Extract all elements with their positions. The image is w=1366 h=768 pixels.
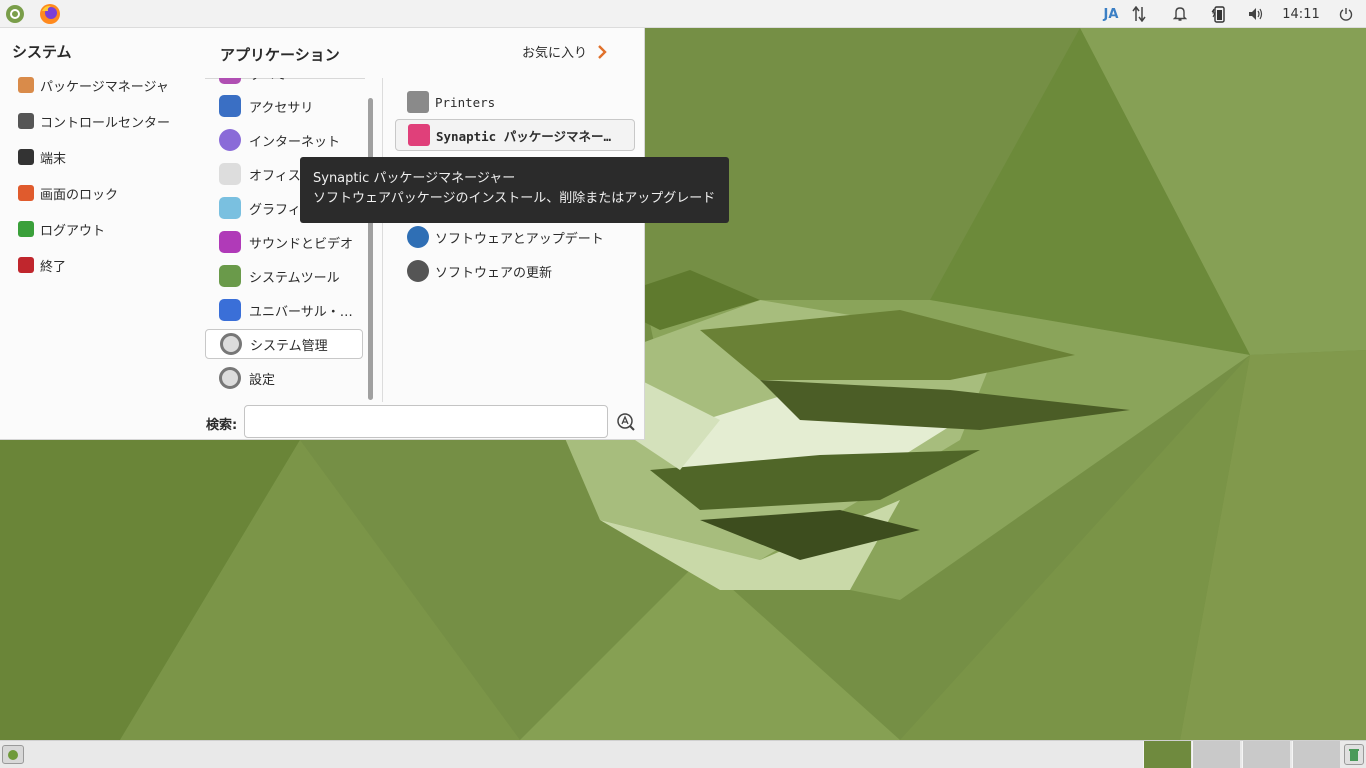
- app-label: ソフトウェアの更新: [435, 265, 553, 281]
- category-item[interactable]: インターネット: [205, 125, 363, 155]
- workspace-3[interactable]: [1242, 741, 1290, 768]
- firefox-icon[interactable]: [38, 0, 62, 28]
- category-label: サウンドとビデオ: [249, 236, 354, 252]
- sound-video-icon: [219, 231, 241, 253]
- category-label: システム管理: [250, 338, 328, 354]
- applications-header: アプリケーション: [220, 46, 340, 64]
- graphics-icon: [219, 197, 241, 219]
- app-label: ソフトウェアとアップデート: [435, 231, 604, 247]
- favorites-label: お気に入り: [522, 46, 588, 61]
- update-icon: [407, 260, 429, 282]
- notification-bell-icon[interactable]: [1170, 0, 1190, 28]
- category-label: オフィス: [249, 168, 301, 184]
- category-label: ユニバーサル・…: [249, 304, 353, 320]
- office-icon: [219, 163, 241, 185]
- category-item[interactable]: ユニバーサル・…: [205, 295, 363, 325]
- app-item[interactable]: Printers: [395, 86, 635, 118]
- app-item[interactable]: ソフトウェアの更新: [395, 255, 635, 287]
- synaptic-icon: [408, 124, 430, 146]
- software-updates-icon: [407, 226, 429, 248]
- search-input[interactable]: [244, 405, 608, 438]
- category-item[interactable]: システム管理: [205, 329, 363, 359]
- category-item[interactable]: システムツール: [205, 261, 363, 291]
- administration-icon: [220, 333, 242, 355]
- clock[interactable]: 14:11: [1280, 0, 1322, 28]
- tooltip-description: ソフトウェアパッケージのインストール、削除またはアップグレード: [313, 191, 716, 206]
- chevron-right-icon: [598, 44, 607, 59]
- volume-icon[interactable]: [1246, 0, 1266, 28]
- accessories-icon: [219, 95, 241, 117]
- category-item[interactable]: 設定: [205, 363, 363, 393]
- search-label: 検索:: [206, 418, 238, 433]
- show-desktop-button[interactable]: [2, 745, 24, 764]
- tooltip: Synaptic パッケージマネージャー ソフトウェアパッケージのインストール、…: [300, 157, 729, 223]
- tooltip-title: Synaptic パッケージマネージャー: [313, 171, 516, 186]
- category-label: 設定: [249, 372, 276, 388]
- language-indicator[interactable]: JA: [1100, 0, 1122, 28]
- workspace-4[interactable]: [1292, 741, 1340, 768]
- app-label: Printers: [435, 94, 496, 110]
- system-header: システム: [12, 43, 72, 61]
- universal-access-icon: [219, 299, 241, 321]
- bottom-panel: [0, 740, 1366, 768]
- application-menu: システム アプリケーション お気に入り パッケージマネージャ コントロールセンター…: [0, 28, 645, 440]
- app-label: Synaptic パッケージマネー…: [436, 128, 612, 144]
- app-item[interactable]: Synaptic パッケージマネー…: [395, 119, 635, 151]
- show-desktop-icon: [8, 749, 18, 760]
- favorites-button[interactable]: お気に入り: [522, 42, 607, 61]
- network-icon[interactable]: [1130, 0, 1148, 28]
- language-label: JA: [1103, 6, 1119, 22]
- printer-icon: [407, 91, 429, 113]
- all-apps-icon: [219, 78, 241, 84]
- category-item[interactable]: アクセサリ: [205, 91, 363, 121]
- trash-button[interactable]: [1344, 744, 1364, 765]
- settings-icon: [219, 367, 241, 389]
- category-label: すべて: [249, 78, 287, 83]
- trash-icon: [1349, 748, 1359, 761]
- top-panel: JA 14:11: [0, 0, 1366, 28]
- mate-menu-icon[interactable]: [4, 0, 26, 28]
- clock-label: 14:11: [1282, 6, 1320, 22]
- category-label: インターネット: [249, 134, 341, 150]
- internet-icon: [219, 129, 241, 151]
- category-item[interactable]: サウンドとビデオ: [205, 227, 363, 257]
- category-label: システムツール: [249, 270, 340, 286]
- system-tools-icon: [219, 265, 241, 287]
- workspace-1[interactable]: [1143, 741, 1191, 768]
- power-menu-icon[interactable]: [1336, 0, 1356, 28]
- search-icon[interactable]: [616, 412, 636, 436]
- category-label: アクセサリ: [249, 100, 314, 116]
- category-item[interactable]: すべて: [205, 78, 363, 88]
- app-item[interactable]: ソフトウェアとアップデート: [395, 221, 635, 253]
- battery-icon[interactable]: [1208, 0, 1230, 28]
- workspace-2[interactable]: [1192, 741, 1240, 768]
